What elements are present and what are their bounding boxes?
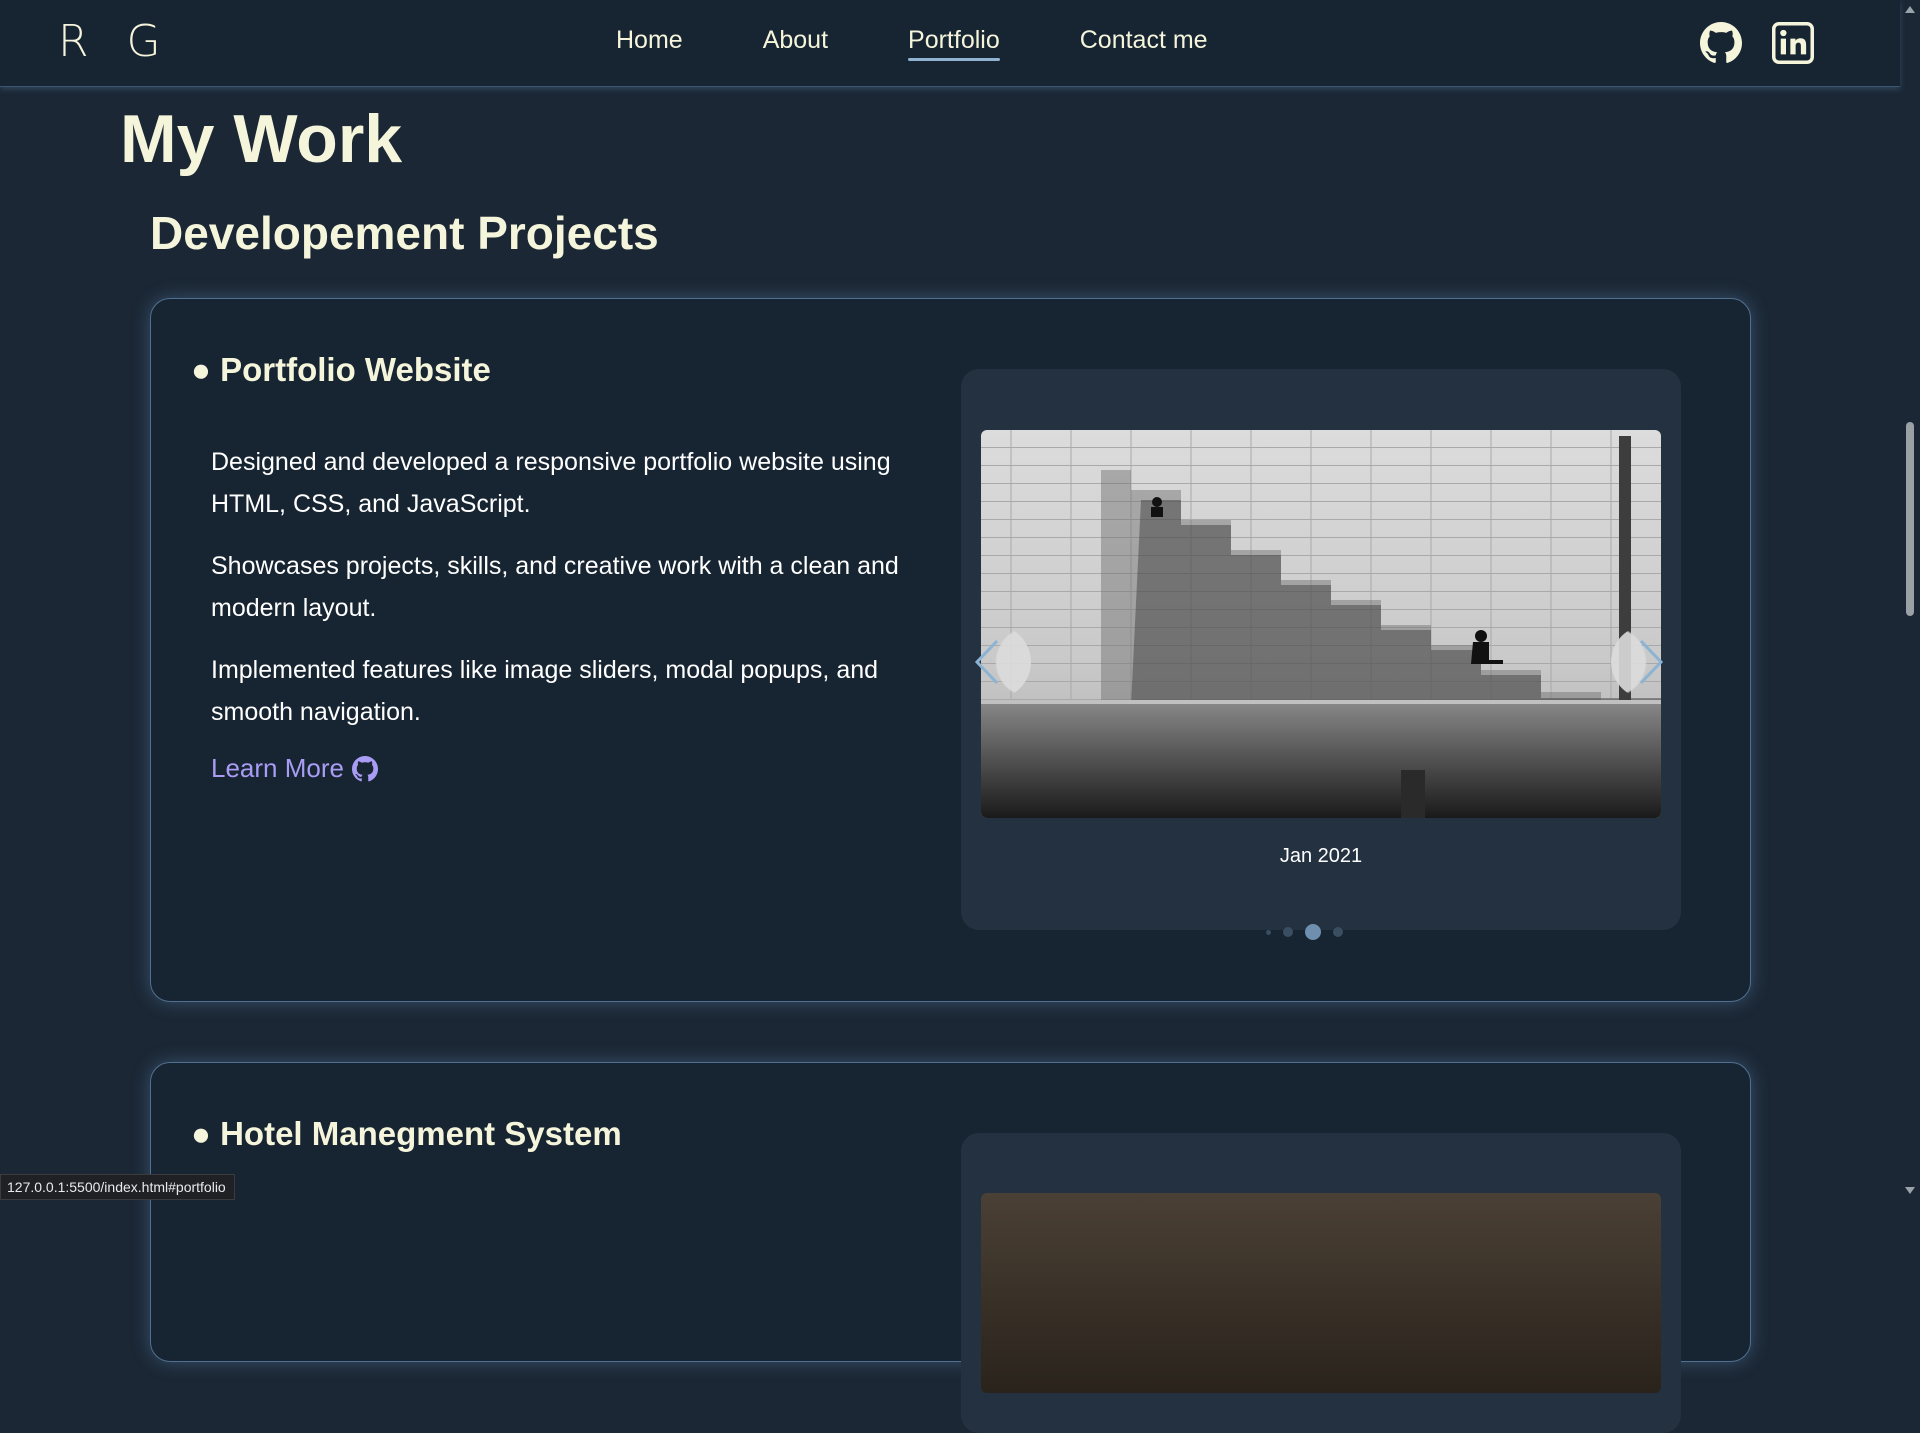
project-description: Designed and developed a responsive port… — [211, 441, 941, 784]
nav-link-about[interactable]: About — [763, 26, 828, 61]
page-title: My Work — [120, 100, 402, 178]
logo[interactable]: R G — [58, 16, 173, 67]
nav-link-home[interactable]: Home — [616, 26, 683, 61]
github-icon[interactable] — [1700, 22, 1742, 64]
project-paragraph: Showcases projects, skills, and creative… — [211, 545, 941, 629]
project-title: ● Hotel Manegment System — [191, 1115, 622, 1153]
carousel-dot[interactable] — [1283, 927, 1293, 937]
project-card: ● Hotel Manegment System — [150, 1062, 1751, 1362]
carousel-dot[interactable] — [1266, 930, 1271, 935]
scrollbar-thumb[interactable] — [1906, 422, 1914, 616]
image-carousel — [961, 1133, 1681, 1433]
learn-more-link[interactable]: Learn More — [211, 753, 378, 784]
learn-more-label: Learn More — [211, 753, 344, 784]
image-carousel: Jan 2021 — [961, 369, 1681, 930]
chevron-left-icon — [969, 637, 1009, 687]
nav-link-portfolio[interactable]: Portfolio — [908, 26, 1000, 61]
carousel-slide-image — [981, 430, 1661, 818]
linkedin-icon[interactable] — [1772, 22, 1814, 64]
slide-caption: Jan 2021 — [961, 845, 1681, 868]
carousel-dot[interactable] — [1333, 927, 1343, 937]
project-title: ● Portfolio Website — [191, 351, 491, 389]
project-paragraph: Designed and developed a responsive port… — [211, 441, 941, 525]
nav-link-contact[interactable]: Contact me — [1080, 26, 1208, 61]
scroll-down-icon[interactable] — [1905, 1187, 1915, 1194]
github-icon — [352, 756, 378, 782]
status-bar-url: 127.0.0.1:5500/index.html#portfolio — [0, 1174, 235, 1200]
project-paragraph: Implemented features like image sliders,… — [211, 649, 941, 733]
nav-links: Home About Portfolio Contact me — [616, 26, 1208, 61]
section-title: Developement Projects — [150, 206, 659, 260]
scroll-up-icon[interactable] — [1905, 6, 1915, 13]
navbar: R G Home About Portfolio Contact me — [0, 0, 1900, 87]
chevron-right-icon — [1631, 637, 1671, 687]
carousel-indicators — [1266, 924, 1343, 940]
carousel-slide-image — [981, 1193, 1661, 1393]
project-card: ● Portfolio Website Designed and develop… — [150, 298, 1751, 1002]
carousel-dot-active[interactable] — [1305, 924, 1321, 940]
page-scrollbar[interactable] — [1900, 0, 1920, 1200]
